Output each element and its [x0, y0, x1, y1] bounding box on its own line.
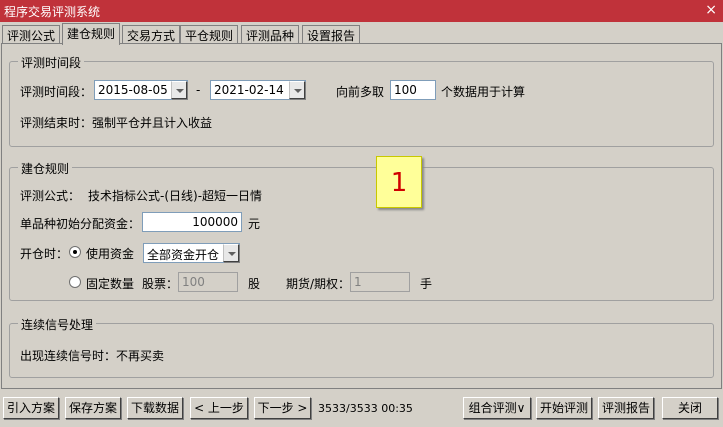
combo-eval-button[interactable]: 组合评测∨	[463, 397, 531, 419]
use-capital-radio[interactable]	[69, 246, 81, 258]
capital-label: 单品种初始分配资金：	[20, 217, 141, 231]
chevron-down-icon[interactable]	[171, 81, 187, 99]
lookback-input[interactable]: 100	[390, 80, 436, 100]
save-plan-button[interactable]: 保存方案	[65, 397, 121, 419]
tab-formula[interactable]: 评测公式	[2, 25, 61, 44]
fixed-qty-label: 固定数量	[86, 277, 135, 291]
chevron-down-icon[interactable]	[289, 81, 305, 99]
futures-label: 期货/期权：	[286, 277, 351, 291]
capital-unit: 元	[248, 217, 261, 231]
futures-qty-input[interactable]: 1	[350, 272, 410, 292]
signal-text: 出现连续信号时：不再买卖	[20, 349, 165, 363]
eval-report-button[interactable]: 评测报告	[598, 397, 654, 419]
start-date-picker[interactable]: 2015-08-05	[94, 80, 188, 100]
end-rule-text: 评测结束时：强制平仓并且计入收益	[20, 116, 213, 130]
progress-status: 3533/3533 00:35	[318, 402, 413, 415]
formula-label: 评测公式：	[20, 189, 81, 203]
title-bar: 程序交易评测系统 ×	[0, 0, 723, 22]
download-data-button[interactable]: 下载数据	[127, 397, 183, 419]
tab-build-rules[interactable]: 建仓规则	[62, 23, 121, 45]
capital-input[interactable]: 100000	[142, 212, 242, 232]
tab-symbols[interactable]: 评测品种	[241, 25, 300, 44]
futures-unit: 手	[420, 277, 433, 291]
fixed-qty-radio[interactable]	[69, 276, 81, 288]
period-group: 评测时间段	[9, 54, 714, 147]
date-separator: -	[196, 83, 201, 97]
prev-step-button[interactable]: < 上一步	[190, 397, 248, 419]
chevron-down-icon[interactable]	[223, 244, 239, 262]
close-button[interactable]: 关闭	[662, 397, 718, 419]
use-capital-label: 使用资金	[86, 247, 135, 261]
signal-legend: 连续信号处理	[18, 316, 97, 333]
formula-value: 技术指标公式-(日线)-超短一日情	[88, 189, 263, 203]
lookback-prefix: 向前多取	[336, 85, 385, 99]
import-plan-button[interactable]: 引入方案	[3, 397, 59, 419]
end-date-value: 2021-02-14	[214, 83, 284, 97]
period-label: 评测时间段：	[20, 85, 93, 99]
stock-qty-input[interactable]: 100	[178, 272, 238, 292]
window-title: 程序交易评测系统	[4, 5, 101, 19]
open-label: 开仓时：	[20, 247, 69, 261]
lookback-suffix: 个数据用于计算	[441, 85, 526, 99]
stock-label: 股票：	[142, 277, 179, 291]
step-badge: 1	[376, 156, 422, 208]
next-step-button[interactable]: 下一步 >	[254, 397, 311, 419]
start-date-value: 2015-08-05	[98, 83, 168, 97]
tab-bar: 评测公式 建仓规则 交易方式 平仓规则 评测品种 设置报告	[0, 23, 723, 45]
period-legend: 评测时间段	[18, 54, 85, 71]
stock-unit: 股	[248, 277, 261, 291]
end-date-picker[interactable]: 2021-02-14	[210, 80, 306, 100]
tab-report-settings[interactable]: 设置报告	[302, 25, 361, 44]
tab-trade-mode[interactable]: 交易方式	[122, 25, 181, 44]
build-rules-legend: 建仓规则	[18, 160, 73, 177]
capital-mode-select[interactable]: 全部资金开仓	[143, 243, 240, 263]
tab-close-rules[interactable]: 平仓规则	[180, 25, 239, 44]
capital-mode-value: 全部资金开仓	[147, 248, 220, 262]
close-icon[interactable]: ×	[705, 2, 717, 18]
start-eval-button[interactable]: 开始评测	[536, 397, 592, 419]
